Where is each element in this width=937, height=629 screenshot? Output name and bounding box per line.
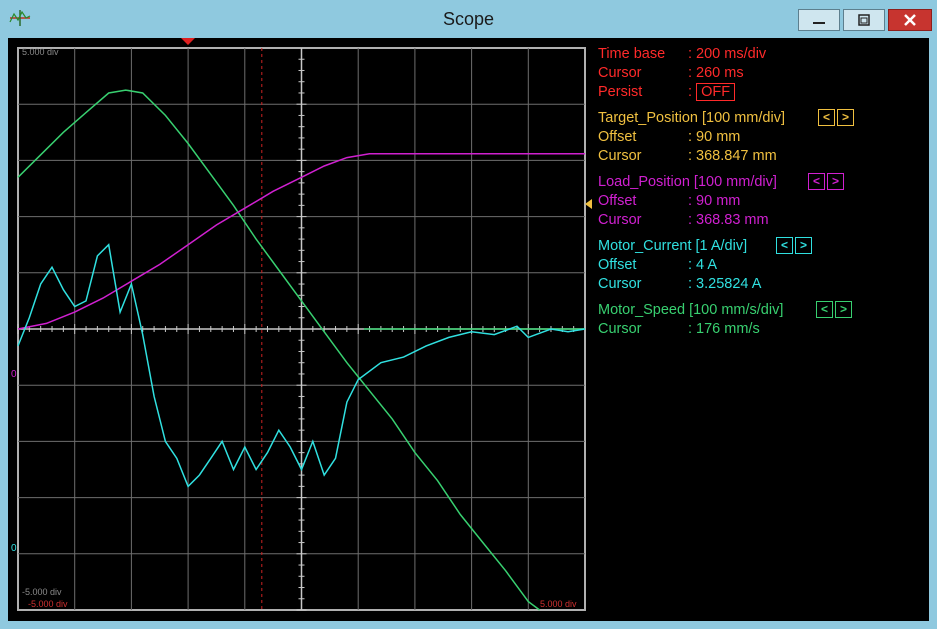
load-cursor-label: Cursor xyxy=(598,212,642,228)
cursor-value: : 260 ms xyxy=(688,65,744,81)
load-offset-label: Offset xyxy=(598,193,637,209)
cursor-label: Cursor xyxy=(598,65,642,81)
window-border-right xyxy=(929,38,937,629)
target-prev-button[interactable]: < xyxy=(818,109,835,126)
load-position-title: Load_Position [100 mm/div] xyxy=(598,174,777,190)
persist-separator: : xyxy=(688,84,693,100)
y-max-label: 5.000 div xyxy=(22,47,59,57)
minimize-button[interactable] xyxy=(798,9,840,31)
load-position-arrows: < > xyxy=(808,173,844,190)
timebase-label: Time base xyxy=(598,46,666,62)
load-next-button[interactable]: > xyxy=(827,173,844,190)
speed-prev-button[interactable]: < xyxy=(816,301,833,318)
title-bar: Scope xyxy=(0,0,937,38)
persist-label: Persist xyxy=(598,84,643,100)
motor-speed-arrows: < > xyxy=(816,301,852,318)
close-icon xyxy=(904,14,916,26)
target-offset-label: Offset xyxy=(598,129,637,145)
load-cursor-value: : 368.83 mm xyxy=(688,212,769,228)
left-marker-zero-1: 0 xyxy=(11,369,17,380)
minimize-icon xyxy=(813,22,825,24)
current-offset-label: Offset xyxy=(598,257,637,273)
motor-speed-title: Motor_Speed [100 mm/s/div] xyxy=(598,302,784,318)
target-position-arrows: < > xyxy=(818,109,854,126)
maximize-icon xyxy=(858,14,870,26)
current-next-button[interactable]: > xyxy=(795,237,812,254)
target-offset-value: : 90 mm xyxy=(688,129,741,145)
current-prev-button[interactable]: < xyxy=(776,237,793,254)
current-cursor-label: Cursor xyxy=(598,276,642,292)
current-cursor-value: : 3.25824 A xyxy=(688,276,762,292)
target-cursor-label: Cursor xyxy=(598,148,642,164)
persist-toggle[interactable]: OFF xyxy=(696,83,736,101)
window-title: Scope xyxy=(442,9,495,29)
speed-cursor-label: Cursor xyxy=(598,321,642,337)
load-offset-marker-icon xyxy=(585,199,592,209)
speed-cursor-value: : 176 mm/s xyxy=(688,321,760,337)
motor-current-arrows: < > xyxy=(776,237,812,254)
motor-current-title: Motor_Current [1 A/div] xyxy=(598,238,748,254)
target-next-button[interactable]: > xyxy=(837,109,854,126)
current-offset-value: : 4 A xyxy=(688,257,718,273)
speed-next-button[interactable]: > xyxy=(835,301,852,318)
load-offset-value: : 90 mm xyxy=(688,193,741,209)
scope-plot[interactable]: 5.000 div -5.000 div -5.000 div 5.000 di… xyxy=(8,38,590,621)
target-position-title: Target_Position [100 mm/div] xyxy=(598,110,785,126)
load-prev-button[interactable]: < xyxy=(808,173,825,190)
window-border-left xyxy=(0,38,8,629)
x-max-label: 5.000 div xyxy=(540,599,577,609)
timebase-value[interactable]: : 200 ms/div xyxy=(688,46,766,62)
target-cursor-value: : 368.847 mm xyxy=(688,148,777,164)
x-min-label: -5.000 div xyxy=(28,599,68,609)
y-min-label: -5.000 div xyxy=(22,587,62,597)
close-button[interactable] xyxy=(888,9,932,31)
left-marker-zero-2: 0 xyxy=(11,543,17,554)
maximize-button[interactable] xyxy=(843,9,885,31)
window-border-bottom xyxy=(0,621,937,629)
